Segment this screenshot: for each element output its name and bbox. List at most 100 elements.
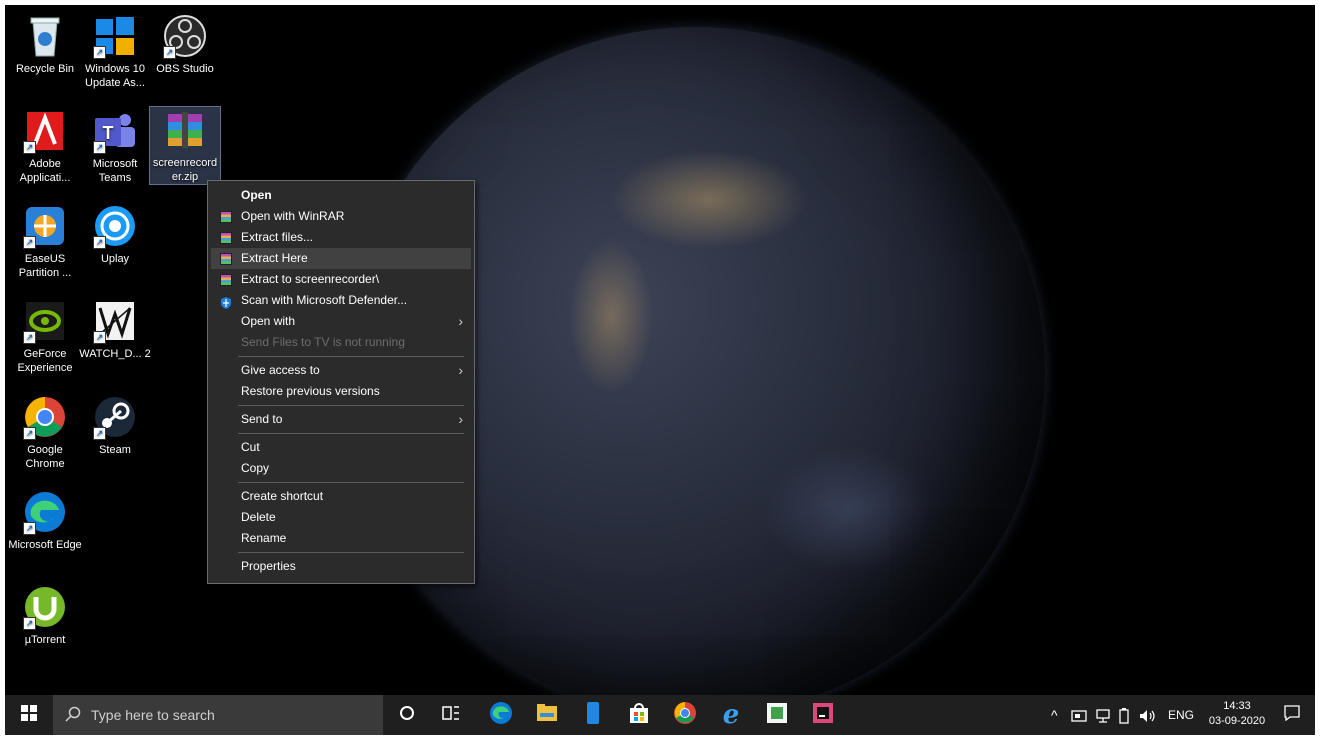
shortcut-arrow-icon: ↗: [163, 46, 176, 59]
taskbar-edge[interactable]: [483, 695, 519, 735]
search-icon: [65, 706, 81, 725]
network-icon[interactable]: [1095, 695, 1111, 735]
taskbar-internet-explorer[interactable]: e: [713, 695, 749, 735]
menu-separator: [238, 433, 464, 434]
menu-item-rename[interactable]: Rename: [211, 528, 471, 549]
taskbar-phone-app[interactable]: [575, 695, 611, 735]
store-bag-icon: [628, 702, 650, 729]
desktop-icon-label: WATCH_D... 2: [79, 348, 151, 360]
desktop-icon-uplay[interactable]: ↗ Uplay: [78, 203, 152, 266]
desktop: Recycle Bin ↗ Windows 10 Update As... ↗ …: [5, 5, 1315, 735]
taskbar-search-box[interactable]: Type here to search: [53, 695, 383, 735]
notification-icon: [1284, 704, 1300, 726]
cortana-button[interactable]: [391, 695, 423, 735]
menu-item-label: Open: [241, 188, 272, 202]
menu-separator: [238, 356, 464, 357]
menu-item-label: Open with: [241, 314, 296, 328]
menu-item-copy[interactable]: Copy: [211, 458, 471, 479]
chrome-icon: [673, 701, 697, 730]
menu-item-label: Properties: [241, 559, 296, 573]
desktop-icon-steam[interactable]: ↗ Steam: [78, 394, 152, 457]
volume-icon[interactable]: [1139, 695, 1157, 735]
shortcut-arrow-icon: ↗: [93, 141, 106, 154]
desktop-icon-label: GeForce Experience: [17, 348, 73, 374]
menu-item-scan-defender[interactable]: Scan with Microsoft Defender...: [211, 290, 471, 311]
menu-item-extract-files[interactable]: Extract files...: [211, 227, 471, 248]
desktop-icon-geforce[interactable]: ↗ GeForce Experience: [8, 298, 82, 375]
desktop-icon-microsoft-edge[interactable]: ↗ Microsoft Edge: [8, 489, 82, 552]
desktop-icon-obs-studio[interactable]: ↗ OBS Studio: [148, 13, 222, 76]
watch-dogs-icon: ↗: [91, 298, 139, 344]
desktop-icon-windows-update[interactable]: ↗ Windows 10 Update As...: [78, 13, 152, 90]
intellij-icon: [812, 702, 834, 729]
winrar-icon: [220, 274, 232, 286]
language-indicator[interactable]: ENG: [1168, 695, 1194, 735]
shortcut-arrow-icon: ↗: [93, 331, 106, 344]
desktop-icon-utorrent[interactable]: ↗ µTorrent: [8, 584, 82, 647]
menu-item-properties[interactable]: Properties: [211, 556, 471, 577]
battery-icon[interactable]: [1119, 695, 1129, 735]
menu-item-label: Extract files...: [241, 230, 314, 244]
menu-item-open-with[interactable]: Open with ›: [211, 311, 471, 332]
taskbar-chrome[interactable]: [667, 695, 703, 735]
utorrent-icon: ↗: [21, 584, 69, 630]
desktop-icon-easeus[interactable]: ↗ EaseUS Partition ...: [8, 203, 82, 280]
desktop-icon-screenrecorder-zip[interactable]: screenrecorder.zip: [149, 106, 221, 185]
menu-item-give-access-to[interactable]: Give access to ›: [211, 360, 471, 381]
menu-item-restore-previous-versions[interactable]: Restore previous versions: [211, 381, 471, 402]
desktop-icon-teams[interactable]: T ↗ Microsoft Teams: [78, 108, 152, 185]
action-center-button[interactable]: [1275, 695, 1309, 735]
shortcut-arrow-icon: ↗: [93, 236, 106, 249]
cortana-circle-icon: [399, 705, 415, 726]
desktop-icon-label: Microsoft Teams: [92, 158, 138, 184]
menu-item-label: Scan with Microsoft Defender...: [241, 293, 408, 307]
edge-icon: ↗: [21, 489, 69, 535]
shortcut-arrow-icon: ↗: [23, 141, 36, 154]
task-view-icon: [442, 705, 460, 726]
desktop-icon-label: Steam: [99, 444, 131, 456]
desktop-icon-watch-dogs-2[interactable]: ↗ WATCH_D... 2: [78, 298, 152, 361]
internet-explorer-icon: e: [722, 700, 740, 730]
taskbar-microsoft-store[interactable]: [621, 695, 657, 735]
menu-item-label: Create shortcut: [241, 489, 324, 503]
edge-icon: [489, 701, 513, 730]
taskbar-intellij[interactable]: [805, 695, 841, 735]
menu-item-open[interactable]: Open: [211, 185, 471, 206]
menu-item-label: Rename: [241, 531, 287, 545]
show-hidden-icons-chevron-up-icon[interactable]: ^: [1051, 695, 1058, 735]
winrar-icon: [220, 253, 232, 265]
tray-app-icon[interactable]: [1071, 695, 1087, 735]
menu-item-send-to[interactable]: Send to ›: [211, 409, 471, 430]
desktop-icon-label: Windows 10 Update As...: [85, 63, 145, 89]
menu-item-extract-to-folder[interactable]: Extract to screenrecorder\: [211, 269, 471, 290]
desktop-icon-label: Microsoft Edge: [8, 539, 82, 551]
easeus-icon: ↗: [21, 203, 69, 249]
desktop-icon-adobe[interactable]: ↗ Adobe Applicati...: [8, 108, 82, 185]
menu-item-create-shortcut[interactable]: Create shortcut: [211, 486, 471, 507]
windows-logo-icon: [21, 704, 37, 726]
clock-date: 03-09-2020: [1208, 715, 1266, 727]
desktop-icon-google-chrome[interactable]: ↗ Google Chrome: [8, 394, 82, 471]
chevron-right-icon: ›: [458, 411, 463, 427]
defender-shield-icon: [220, 295, 232, 309]
shortcut-arrow-icon: ↗: [23, 522, 36, 535]
shortcut-arrow-icon: ↗: [23, 331, 36, 344]
menu-item-label: Send to: [241, 412, 283, 426]
menu-item-cut[interactable]: Cut: [211, 437, 471, 458]
taskbar-file-explorer[interactable]: [529, 695, 565, 735]
task-view-button[interactable]: [435, 695, 467, 735]
winrar-archive-icon: [161, 107, 209, 153]
desktop-icon-label: OBS Studio: [156, 63, 214, 75]
desktop-icon-recycle-bin[interactable]: Recycle Bin: [8, 13, 82, 76]
desktop-icon-label: Google Chrome: [25, 444, 65, 470]
steam-icon: ↗: [91, 394, 139, 440]
start-button[interactable]: [5, 695, 53, 735]
clock[interactable]: 14:33 03-09-2020: [1207, 699, 1267, 729]
menu-item-open-with-winrar[interactable]: Open with WinRAR: [211, 206, 471, 227]
menu-item-delete[interactable]: Delete: [211, 507, 471, 528]
clock-time: 14:33: [1223, 700, 1251, 712]
taskbar: Type here to search e ^ ENG 14:33 03-09-…: [5, 695, 1315, 735]
menu-item-extract-here[interactable]: Extract Here: [211, 248, 471, 269]
uplay-icon: ↗: [91, 203, 139, 249]
taskbar-app-green[interactable]: [759, 695, 795, 735]
